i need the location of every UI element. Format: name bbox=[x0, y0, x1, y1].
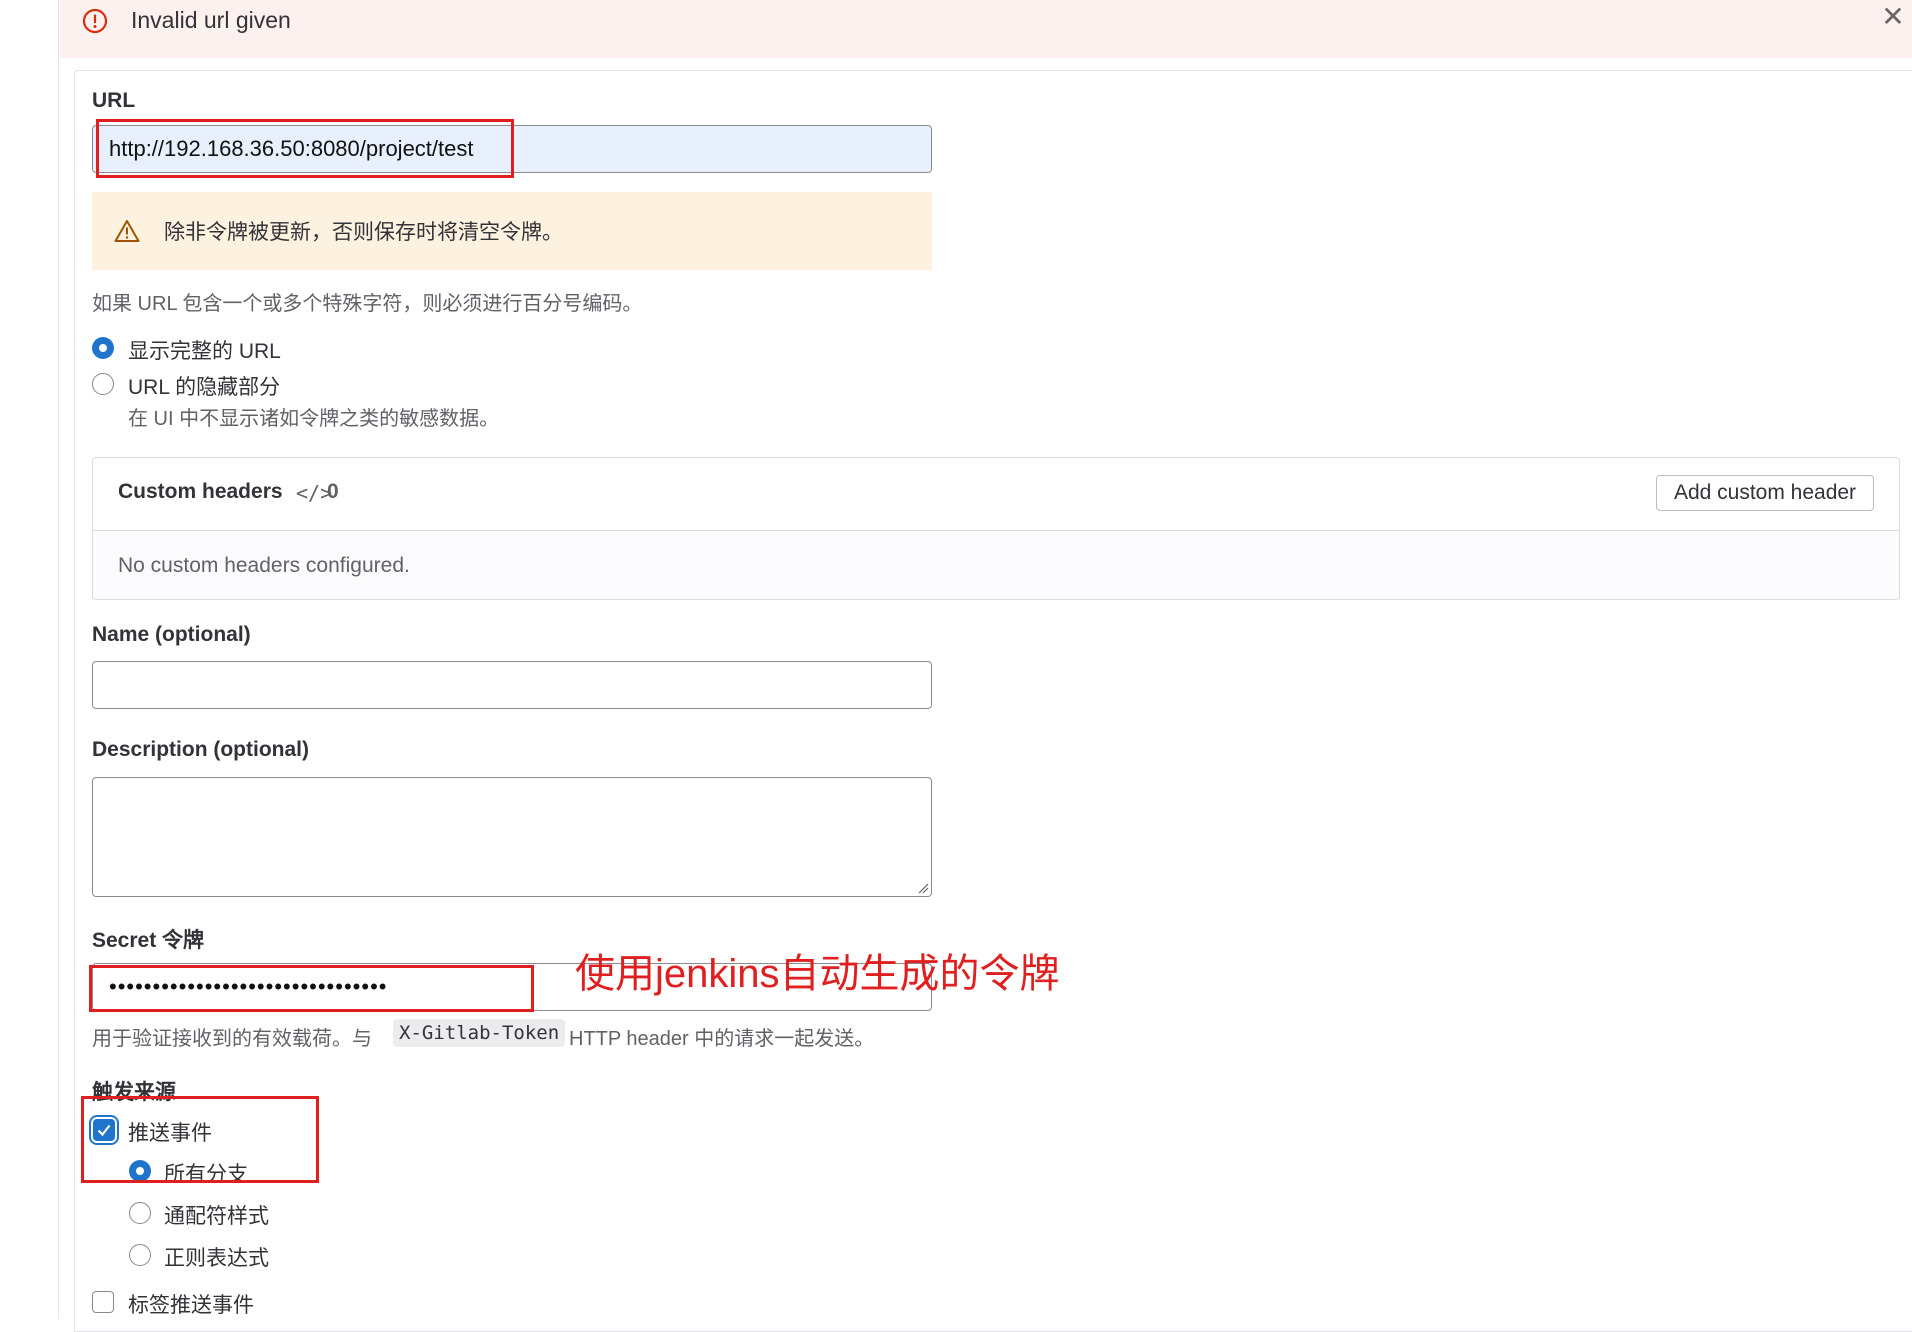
token-warning-text: 除非令牌被更新，否则保存时将清空令牌。 bbox=[164, 221, 563, 244]
add-custom-header-button[interactable]: Add custom header bbox=[1656, 475, 1874, 511]
secret-help-code: X-Gitlab-Token bbox=[393, 1019, 566, 1047]
show-full-url-label: 显示完整的 URL bbox=[128, 340, 281, 363]
url-label: URL bbox=[92, 89, 136, 112]
trigger-highlight-box bbox=[81, 1096, 319, 1183]
description-label: Description (optional) bbox=[92, 738, 309, 761]
custom-headers-title: Custom headers bbox=[118, 480, 283, 503]
regex-radio[interactable] bbox=[129, 1244, 151, 1266]
resize-handle-icon[interactable] bbox=[917, 882, 929, 894]
custom-headers-count: 0 bbox=[327, 480, 339, 503]
custom-headers-empty-message: No custom headers configured. bbox=[118, 554, 410, 577]
url-highlight-box bbox=[96, 119, 514, 178]
wildcard-pattern-label: 通配符样式 bbox=[164, 1205, 269, 1228]
error-circle-icon bbox=[82, 8, 108, 34]
custom-headers-header: Custom headers </> 0 Add custom header bbox=[93, 458, 1899, 531]
annotation-note: 使用jenkins自动生成的令牌 bbox=[575, 952, 1060, 996]
secret-label: Secret 令牌 bbox=[92, 929, 205, 952]
alert-message: Invalid url given bbox=[131, 7, 291, 33]
mask-url-description: 在 UI 中不显示诸如令牌之类的敏感数据。 bbox=[128, 408, 500, 430]
error-alert bbox=[60, 0, 1912, 58]
secret-help-prefix: 用于验证接收到的有效载荷。与 bbox=[92, 1028, 372, 1050]
secret-help-suffix: HTTP header 中的请求一起发送。 bbox=[569, 1028, 875, 1050]
close-icon[interactable]: ✕ bbox=[1880, 3, 1906, 31]
custom-headers-panel: Custom headers </> 0 Add custom header N… bbox=[92, 457, 1900, 600]
tag-push-events-label: 标签推送事件 bbox=[128, 1294, 254, 1317]
name-input[interactable] bbox=[92, 661, 932, 709]
tag-push-events-checkbox[interactable] bbox=[92, 1291, 114, 1313]
mask-url-radio[interactable] bbox=[92, 373, 114, 395]
name-label: Name (optional) bbox=[92, 623, 251, 646]
left-divider bbox=[58, 0, 59, 1319]
left-gutter bbox=[0, 0, 58, 1319]
secret-highlight-box bbox=[89, 965, 534, 1012]
description-textarea[interactable] bbox=[92, 777, 932, 897]
regex-label: 正则表达式 bbox=[164, 1247, 269, 1270]
mask-url-label: URL 的隐藏部分 bbox=[128, 376, 281, 399]
warning-icon bbox=[114, 220, 140, 242]
show-full-url-radio[interactable] bbox=[92, 337, 114, 359]
wildcard-pattern-radio[interactable] bbox=[129, 1202, 151, 1224]
url-help-text: 如果 URL 包含一个或多个特殊字符，则必须进行百分号编码。 bbox=[92, 293, 643, 315]
